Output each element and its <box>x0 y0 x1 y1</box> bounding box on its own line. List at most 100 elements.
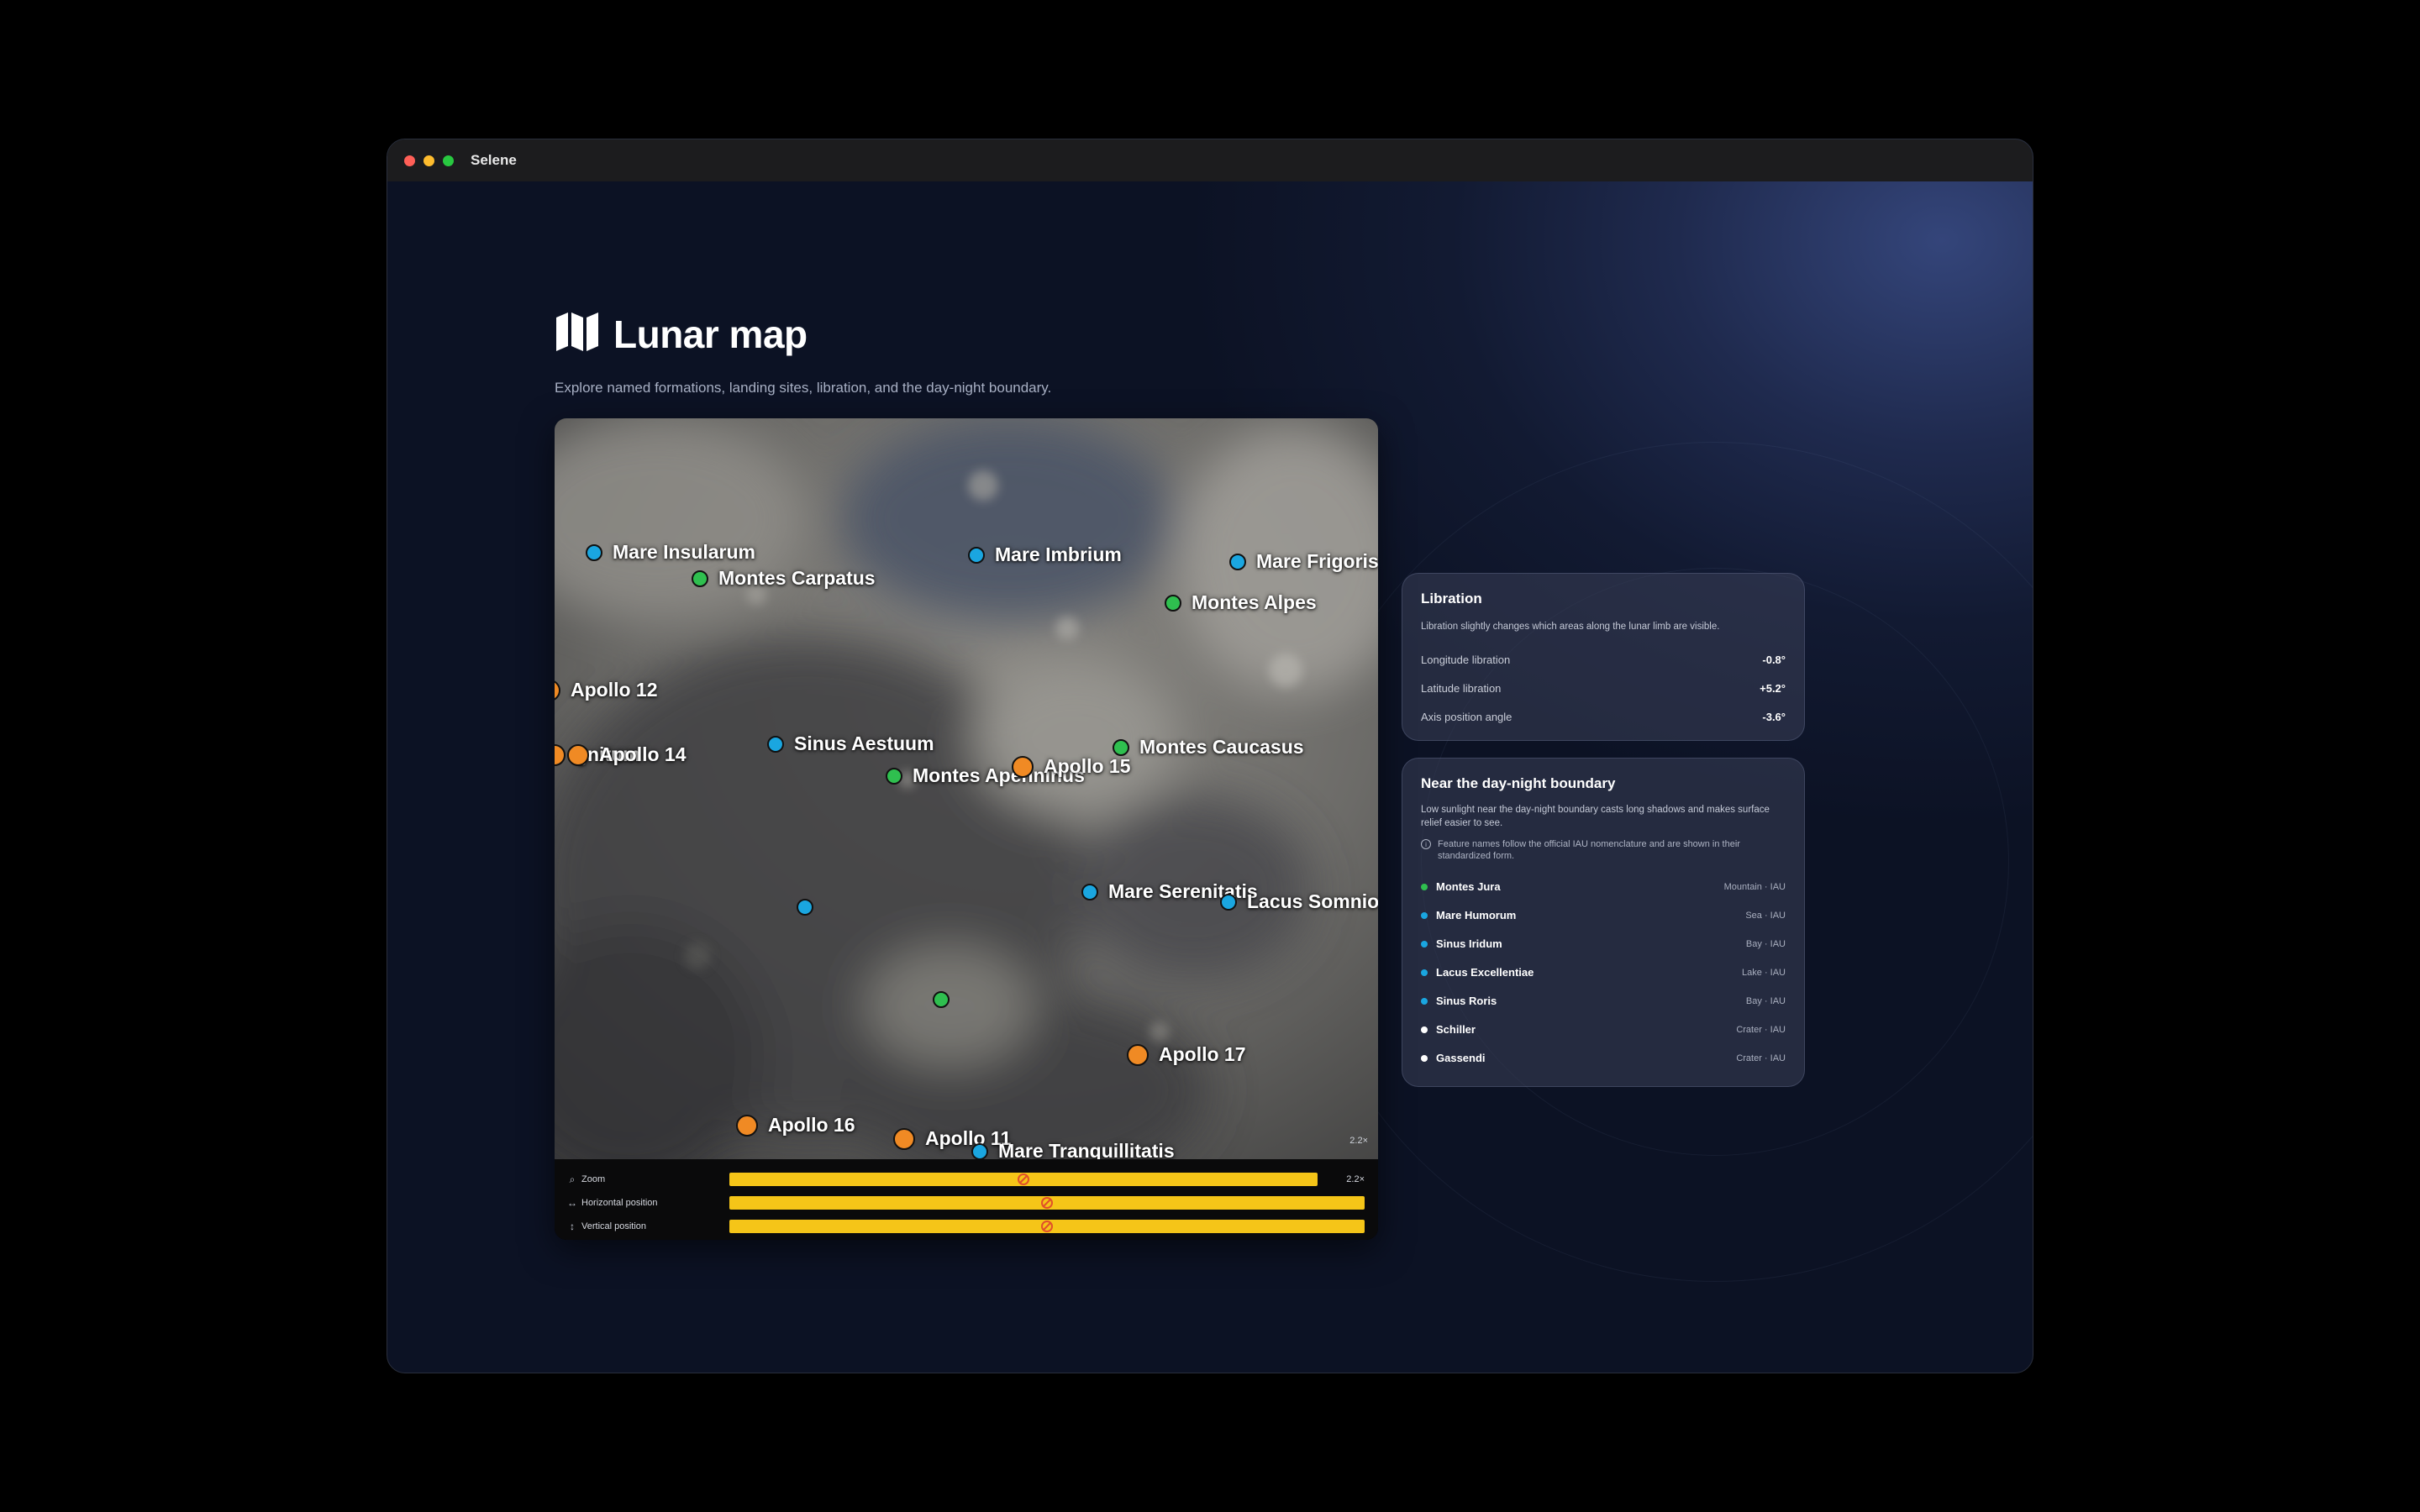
feature-row[interactable]: Sinus Iridum Bay · IAU <box>1421 930 1786 958</box>
marker-dot[interactable] <box>1113 738 1129 756</box>
feature-name: Montes Jura <box>1436 880 1501 894</box>
feature-kind-dot <box>1421 997 1428 1005</box>
marker-label: Montes Carpatus <box>718 567 876 589</box>
window-title: Selene <box>471 152 517 168</box>
zoom-window-button[interactable] <box>443 155 454 166</box>
marker-dot[interactable] <box>1127 1043 1149 1066</box>
map-marker-unlabeled[interactable] <box>933 991 950 1008</box>
boundary-feature-list: Montes Jura Mountain · IAU Mare Humorum Sea… <box>1421 873 1786 1073</box>
feature-name: Lacus Excellentiae <box>1436 966 1534 979</box>
map-marker-mare-insularum[interactable]: Mare Insularum <box>586 541 755 564</box>
info-icon: i <box>1421 839 1431 850</box>
vertical-slider-handle[interactable] <box>1041 1221 1053 1232</box>
marker-dot[interactable] <box>886 767 902 785</box>
horizontal-arrows-icon: ↔ <box>567 1197 577 1209</box>
feature-name: Sinus Iridum <box>1436 937 1502 951</box>
marker-label: Mare Imbrium <box>995 543 1122 565</box>
stat-label: Axis position angle <box>1421 711 1512 724</box>
feature-name: Sinus Roris <box>1436 995 1497 1008</box>
horizontal-slider-handle[interactable] <box>1041 1197 1053 1209</box>
marker-dot[interactable] <box>971 1142 988 1159</box>
close-window-button[interactable] <box>404 155 415 166</box>
map-marker-mare-tranquillitatis[interactable]: Mare Tranquillitatis <box>971 1140 1175 1159</box>
feature-type: Mountain · IAU <box>1723 881 1786 892</box>
marker-label: Apollo 16 <box>768 1114 855 1136</box>
feature-row[interactable]: Mare Humorum Sea · IAU <box>1421 901 1786 930</box>
feature-type: Bay · IAU <box>1745 938 1786 949</box>
map-marker-apollo-16[interactable]: Apollo 16 <box>736 1114 855 1137</box>
page-title: Lunar map <box>613 312 808 356</box>
marker-dot[interactable] <box>767 735 784 753</box>
feature-kind-dot <box>1421 883 1428 890</box>
marker-dot[interactable] <box>555 679 560 701</box>
stat-value: +5.2° <box>1760 682 1786 696</box>
nomenclature-note: i Feature names follow the official IAU … <box>1421 838 1786 863</box>
map-marker-mare-frigoris[interactable]: Mare Frigoris <box>1229 550 1378 573</box>
marker-label: Apollo 12 <box>571 679 658 701</box>
marker-label: Mare Frigoris <box>1256 550 1378 572</box>
feature-row[interactable]: Schiller Crater · IAU <box>1421 1016 1786 1044</box>
marker-dot[interactable] <box>586 543 602 561</box>
feature-name: Gassendi <box>1436 1052 1486 1065</box>
marker-dot[interactable] <box>893 1127 915 1150</box>
libration-panel: Libration Libration slightly changes whi… <box>1402 573 1805 741</box>
feature-row[interactable]: Gassendi Crater · IAU <box>1421 1044 1786 1073</box>
lunar-map-view[interactable]: Mare Insularum Montes Carpatus Mare Imbriu… <box>555 418 1378 1159</box>
marker-label: Mare Tranquillitatis <box>998 1140 1175 1159</box>
map-marker-montes-carpatus[interactable]: Montes Carpatus <box>692 567 876 590</box>
map-marker-unlabeled[interactable] <box>797 899 813 916</box>
zoom-value: 2.2× <box>1346 1174 1365 1184</box>
window-controls <box>404 155 454 166</box>
feature-kind-dot <box>1421 940 1428 948</box>
stat-label: Latitude libration <box>1421 682 1502 696</box>
marker-dot[interactable] <box>797 899 813 916</box>
map-marker-montes-alpes[interactable]: Montes Alpes <box>1165 591 1317 614</box>
feature-name: Schiller <box>1436 1023 1476 1037</box>
marker-dot[interactable] <box>567 743 589 766</box>
day-night-boundary-panel: Near the day-night boundary Low sunlight… <box>1402 758 1805 1087</box>
map-marker-sinus-aestuum[interactable]: Sinus Aestuum <box>767 732 934 755</box>
map-marker-apollo-17[interactable]: Apollo 17 <box>1127 1043 1246 1066</box>
marker-label: Mare Insularum <box>613 541 755 563</box>
marker-label: Apollo 17 <box>1159 1043 1246 1065</box>
libration-title: Libration <box>1421 591 1482 606</box>
marker-dot[interactable] <box>1012 755 1034 778</box>
map-marker-apollo-12[interactable]: Apollo 12 <box>555 679 658 701</box>
feature-row[interactable]: Montes Jura Mountain · IAU <box>1421 873 1786 901</box>
marker-dot[interactable] <box>968 546 985 564</box>
marker-dot[interactable] <box>736 1114 758 1137</box>
minimize-window-button[interactable] <box>424 155 434 166</box>
map-marker-lacus-somnio[interactable]: Lacus Somnio <box>1220 890 1378 913</box>
libration-stats: Longitude libration -0.8° Latitude librati… <box>1421 646 1786 732</box>
marker-dot[interactable] <box>1081 883 1098 900</box>
magnifier-icon: ⌕ <box>569 1173 576 1185</box>
horizontal-position-slider[interactable] <box>729 1196 1365 1210</box>
marker-label: Montes Caucasus <box>1139 736 1304 758</box>
map-marker-montes-caucasus[interactable]: Montes Caucasus <box>1113 736 1304 759</box>
boundary-title: Near the day-night boundary <box>1421 775 1616 791</box>
marker-dot[interactable] <box>692 570 708 587</box>
marker-dot[interactable] <box>933 991 950 1008</box>
vertical-position-slider[interactable] <box>729 1220 1365 1233</box>
libration-row: Axis position angle -3.6° <box>1421 703 1786 732</box>
marker-dot[interactable] <box>555 743 566 766</box>
feature-kind-dot <box>1421 1026 1428 1033</box>
marker-label: Apollo 15 <box>1044 755 1131 777</box>
feature-row[interactable]: Sinus Roris Bay · IAU <box>1421 987 1786 1016</box>
stat-value: -3.6° <box>1762 711 1786 724</box>
map-marker-mare-imbrium[interactable]: Mare Imbrium <box>968 543 1122 566</box>
vertical-position-control: ↕ Vertical position <box>555 1215 1378 1238</box>
marker-dot[interactable] <box>1220 893 1237 911</box>
map-marker-apollo-15[interactable]: Apollo 15 <box>1012 755 1131 778</box>
marker-dot[interactable] <box>1165 594 1181 612</box>
zoom-slider[interactable] <box>729 1173 1318 1186</box>
zoom-slider-handle[interactable] <box>1018 1173 1029 1185</box>
libration-row: Latitude libration +5.2° <box>1421 675 1786 703</box>
feature-row[interactable]: Lacus Excellentiae Lake · IAU <box>1421 958 1786 987</box>
vertical-arrows-icon: ↕ <box>570 1221 575 1232</box>
zoom-badge: 2.2× <box>1349 1136 1368 1146</box>
marker-dot[interactable] <box>1229 553 1246 570</box>
map-marker-apollo-14[interactable]: Apollo 14 <box>567 743 687 766</box>
feature-type: Sea · IAU <box>1745 910 1786 921</box>
map-controls: ⌕ Zoom 2.2× ↔ Horizontal position ↕ Vert… <box>555 1159 1378 1240</box>
